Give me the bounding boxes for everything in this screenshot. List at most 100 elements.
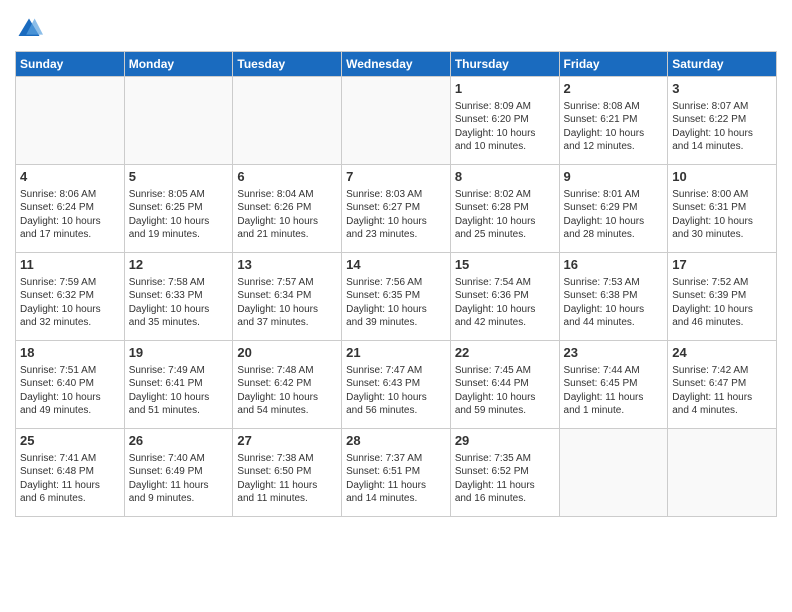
day-number: 14	[346, 256, 446, 274]
calendar-cell: 6 Sunrise: 8:04 AM Sunset: 6:26 PM Daylig…	[233, 165, 342, 253]
logo	[15, 15, 47, 43]
calendar-table: SundayMondayTuesdayWednesdayThursdayFrid…	[15, 51, 777, 517]
day-info: Sunrise: 8:02 AM Sunset: 6:28 PM Dayligh…	[455, 188, 555, 242]
calendar-cell: 11 Sunrise: 7:59 AM Sunset: 6:32 PM Dayli…	[16, 253, 125, 341]
day-info: Sunrise: 7:52 AM Sunset: 6:39 PM Dayligh…	[672, 276, 772, 330]
col-header-friday: Friday	[559, 52, 668, 77]
calendar-cell: 8 Sunrise: 8:02 AM Sunset: 6:28 PM Daylig…	[450, 165, 559, 253]
calendar-cell: 1 Sunrise: 8:09 AM Sunset: 6:20 PM Daylig…	[450, 77, 559, 165]
calendar-week-row: 18Sunrise: 7:51 AM Sunset: 6:40 PM Dayli…	[16, 341, 777, 429]
day-number: 11	[20, 256, 120, 274]
calendar-cell: 10 Sunrise: 8:00 AM Sunset: 6:31 PM Dayli…	[668, 165, 777, 253]
calendar-week-row: 4 Sunrise: 8:06 AM Sunset: 6:24 PM Daylig…	[16, 165, 777, 253]
day-number: 9	[564, 168, 664, 186]
day-number: 15	[455, 256, 555, 274]
calendar-cell: 2 Sunrise: 8:08 AM Sunset: 6:21 PM Daylig…	[559, 77, 668, 165]
calendar-cell	[559, 429, 668, 517]
calendar-cell: 28 Sunrise: 7:37 AM Sunset: 6:51 PM Dayli…	[342, 429, 451, 517]
day-info: Sunrise: 7:59 AM Sunset: 6:32 PM Dayligh…	[20, 276, 120, 330]
day-info: Sunrise: 8:04 AM Sunset: 6:26 PM Dayligh…	[237, 188, 337, 242]
day-number: 5	[129, 168, 229, 186]
day-info: Sunrise: 7:38 AM Sunset: 6:50 PM Dayligh…	[237, 452, 337, 506]
day-info: Sunrise: 7:40 AM Sunset: 6:49 PM Dayligh…	[129, 452, 229, 506]
col-header-wednesday: Wednesday	[342, 52, 451, 77]
calendar-header-row: SundayMondayTuesdayWednesdayThursdayFrid…	[16, 52, 777, 77]
day-info: Sunrise: 7:53 AM Sunset: 6:38 PM Dayligh…	[564, 276, 664, 330]
col-header-tuesday: Tuesday	[233, 52, 342, 77]
calendar-cell: 26 Sunrise: 7:40 AM Sunset: 6:49 PM Dayli…	[124, 429, 233, 517]
calendar-cell	[668, 429, 777, 517]
calendar-week-row: 1 Sunrise: 8:09 AM Sunset: 6:20 PM Daylig…	[16, 77, 777, 165]
day-number: 21	[346, 344, 446, 362]
day-info: Sunrise: 7:45 AM Sunset: 6:44 PM Dayligh…	[455, 364, 555, 418]
day-info: Sunrise: 7:44 AM Sunset: 6:45 PM Dayligh…	[564, 364, 664, 418]
day-number: 3	[672, 80, 772, 98]
calendar-week-row: 25 Sunrise: 7:41 AM Sunset: 6:48 PM Dayli…	[16, 429, 777, 517]
calendar-cell: 12 Sunrise: 7:58 AM Sunset: 6:33 PM Dayli…	[124, 253, 233, 341]
day-number: 10	[672, 168, 772, 186]
day-info: Sunrise: 8:00 AM Sunset: 6:31 PM Dayligh…	[672, 188, 772, 242]
day-number: 16	[564, 256, 664, 274]
day-info: Sunrise: 8:07 AM Sunset: 6:22 PM Dayligh…	[672, 100, 772, 154]
day-info: Sunrise: 7:41 AM Sunset: 6:48 PM Dayligh…	[20, 452, 120, 506]
calendar-cell: 24Sunrise: 7:42 AM Sunset: 6:47 PM Dayli…	[668, 341, 777, 429]
day-number: 7	[346, 168, 446, 186]
col-header-sunday: Sunday	[16, 52, 125, 77]
day-info: Sunrise: 8:08 AM Sunset: 6:21 PM Dayligh…	[564, 100, 664, 154]
day-info: Sunrise: 7:35 AM Sunset: 6:52 PM Dayligh…	[455, 452, 555, 506]
day-info: Sunrise: 7:56 AM Sunset: 6:35 PM Dayligh…	[346, 276, 446, 330]
day-number: 28	[346, 432, 446, 450]
day-info: Sunrise: 7:49 AM Sunset: 6:41 PM Dayligh…	[129, 364, 229, 418]
calendar-cell: 22 Sunrise: 7:45 AM Sunset: 6:44 PM Dayli…	[450, 341, 559, 429]
day-info: Sunrise: 7:47 AM Sunset: 6:43 PM Dayligh…	[346, 364, 446, 418]
day-number: 26	[129, 432, 229, 450]
day-info: Sunrise: 7:58 AM Sunset: 6:33 PM Dayligh…	[129, 276, 229, 330]
calendar-cell	[342, 77, 451, 165]
calendar-cell: 25 Sunrise: 7:41 AM Sunset: 6:48 PM Dayli…	[16, 429, 125, 517]
day-number: 18	[20, 344, 120, 362]
day-number: 13	[237, 256, 337, 274]
day-info: Sunrise: 7:37 AM Sunset: 6:51 PM Dayligh…	[346, 452, 446, 506]
calendar-week-row: 11 Sunrise: 7:59 AM Sunset: 6:32 PM Dayli…	[16, 253, 777, 341]
calendar-cell	[16, 77, 125, 165]
calendar-cell: 21 Sunrise: 7:47 AM Sunset: 6:43 PM Dayli…	[342, 341, 451, 429]
day-number: 17	[672, 256, 772, 274]
day-number: 8	[455, 168, 555, 186]
day-info: Sunrise: 7:57 AM Sunset: 6:34 PM Dayligh…	[237, 276, 337, 330]
col-header-thursday: Thursday	[450, 52, 559, 77]
calendar-cell: 19 Sunrise: 7:49 AM Sunset: 6:41 PM Dayli…	[124, 341, 233, 429]
calendar-cell	[233, 77, 342, 165]
day-number: 4	[20, 168, 120, 186]
day-info: Sunrise: 7:48 AM Sunset: 6:42 PM Dayligh…	[237, 364, 337, 418]
day-info: Sunrise: 8:01 AM Sunset: 6:29 PM Dayligh…	[564, 188, 664, 242]
calendar-cell: 23 Sunrise: 7:44 AM Sunset: 6:45 PM Dayli…	[559, 341, 668, 429]
day-info: Sunrise: 7:42 AM Sunset: 6:47 PM Dayligh…	[672, 364, 772, 418]
day-info: Sunrise: 7:54 AM Sunset: 6:36 PM Dayligh…	[455, 276, 555, 330]
calendar-cell: 15 Sunrise: 7:54 AM Sunset: 6:36 PM Dayli…	[450, 253, 559, 341]
day-number: 1	[455, 80, 555, 98]
calendar-cell: 7Sunrise: 8:03 AM Sunset: 6:27 PM Daylig…	[342, 165, 451, 253]
calendar-cell: 27 Sunrise: 7:38 AM Sunset: 6:50 PM Dayli…	[233, 429, 342, 517]
day-number: 12	[129, 256, 229, 274]
day-info: Sunrise: 8:05 AM Sunset: 6:25 PM Dayligh…	[129, 188, 229, 242]
col-header-saturday: Saturday	[668, 52, 777, 77]
page-header	[15, 10, 777, 43]
calendar-cell: 29 Sunrise: 7:35 AM Sunset: 6:52 PM Dayli…	[450, 429, 559, 517]
calendar-cell: 3 Sunrise: 8:07 AM Sunset: 6:22 PM Daylig…	[668, 77, 777, 165]
day-number: 25	[20, 432, 120, 450]
day-number: 6	[237, 168, 337, 186]
page-container: SundayMondayTuesdayWednesdayThursdayFrid…	[0, 0, 792, 527]
day-number: 27	[237, 432, 337, 450]
calendar-cell: 5 Sunrise: 8:05 AM Sunset: 6:25 PM Daylig…	[124, 165, 233, 253]
day-info: Sunrise: 8:06 AM Sunset: 6:24 PM Dayligh…	[20, 188, 120, 242]
day-number: 22	[455, 344, 555, 362]
day-info: Sunrise: 8:09 AM Sunset: 6:20 PM Dayligh…	[455, 100, 555, 154]
calendar-cell: 13 Sunrise: 7:57 AM Sunset: 6:34 PM Dayli…	[233, 253, 342, 341]
day-number: 23	[564, 344, 664, 362]
day-number: 19	[129, 344, 229, 362]
calendar-cell: 17 Sunrise: 7:52 AM Sunset: 6:39 PM Dayli…	[668, 253, 777, 341]
calendar-cell	[124, 77, 233, 165]
day-number: 29	[455, 432, 555, 450]
col-header-monday: Monday	[124, 52, 233, 77]
day-number: 2	[564, 80, 664, 98]
